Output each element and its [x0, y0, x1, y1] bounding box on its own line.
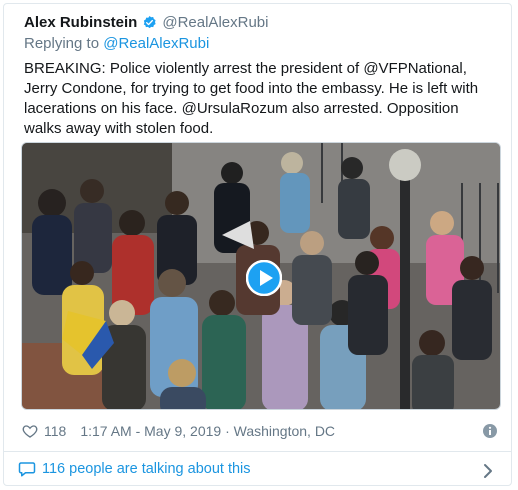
replying-to: Replying to @RealAlexRubi [24, 35, 209, 52]
conversation-link[interactable]: 116 people are talking about this [18, 460, 251, 478]
play-icon[interactable] [246, 260, 282, 296]
divider [4, 451, 511, 452]
speech-bubble-icon [18, 462, 36, 477]
conversation-count-text[interactable]: 116 people are talking about this [42, 461, 251, 477]
replying-prefix: Replying to [24, 35, 104, 52]
heart-icon[interactable] [22, 423, 38, 439]
author-handle[interactable]: @RealAlexRubi [162, 14, 268, 31]
info-icon[interactable] [483, 424, 497, 438]
tweet-author[interactable]: Alex Rubinstein @RealAlexRubi [24, 14, 268, 31]
tweet-meta: 118 1:17 AM - May 9, 2019 · Washington, … [22, 423, 335, 439]
tweet-text: BREAKING: Police violently arrest the pr… [24, 60, 479, 137]
tweet-card: Alex Rubinstein @RealAlexRubi Replying t… [3, 3, 512, 486]
tweet-timestamp[interactable]: 1:17 AM - May 9, 2019 · Washington, DC [80, 423, 335, 439]
replying-to-link[interactable]: @RealAlexRubi [103, 35, 209, 52]
verified-badge-icon [144, 15, 156, 29]
author-name[interactable]: Alex Rubinstein [24, 14, 137, 31]
chevron-right-icon[interactable] [483, 463, 493, 479]
like-count[interactable]: 118 [44, 423, 66, 439]
tweet-video[interactable] [21, 142, 501, 410]
